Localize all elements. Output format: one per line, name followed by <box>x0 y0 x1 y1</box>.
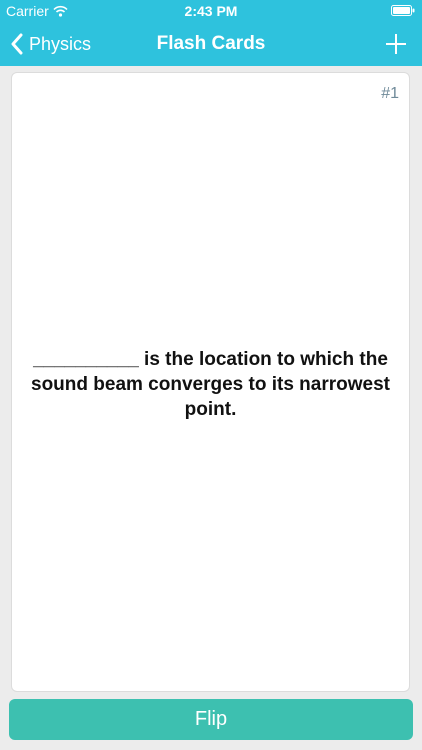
flash-card[interactable]: #1 __________ is the location to which t… <box>11 72 410 692</box>
flip-button[interactable]: Flip <box>9 699 413 740</box>
header: Carrier 2:43 PM Physics Flash Cards <box>0 0 422 66</box>
status-bar: Carrier 2:43 PM <box>0 0 422 22</box>
nav-bar: Physics Flash Cards <box>0 22 422 66</box>
card-question-text: __________ is the location to which the … <box>31 349 390 420</box>
plus-icon[interactable] <box>380 28 412 60</box>
card-number: #1 <box>381 85 399 102</box>
page-title: Flash Cards <box>156 33 266 54</box>
battery-icon <box>391 5 415 16</box>
status-time: 2:43 PM <box>184 3 238 19</box>
